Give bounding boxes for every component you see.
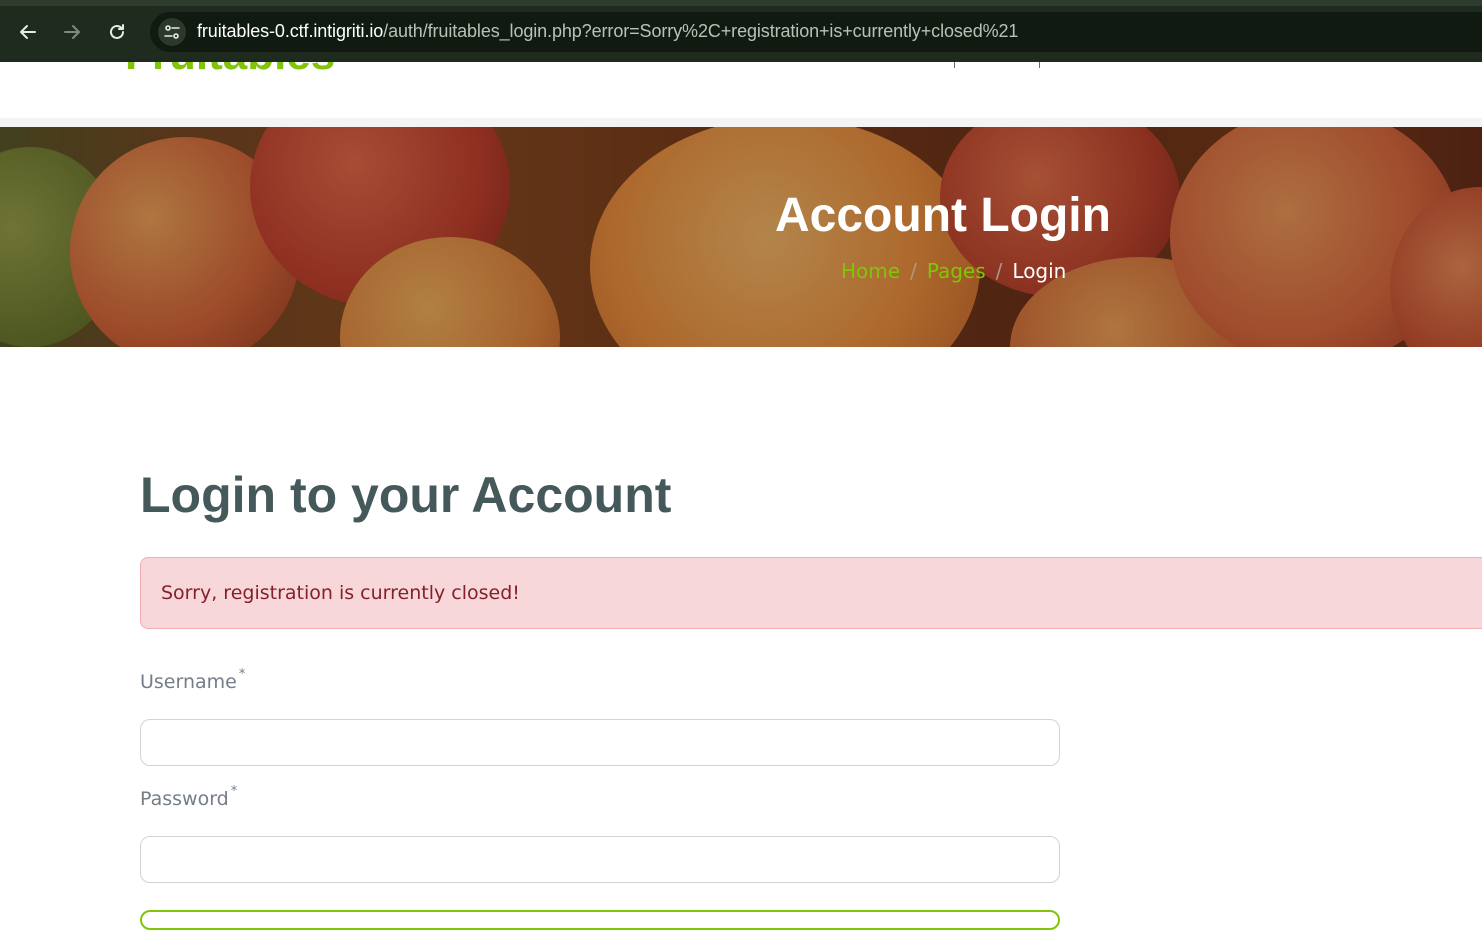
breadcrumb-pages-link[interactable]: Pages	[927, 259, 986, 283]
required-marker: *	[230, 784, 238, 799]
login-heading: Login to your Account	[140, 467, 672, 523]
url-host: fruitables-0.ctf.intigriti.io	[197, 21, 384, 41]
header-shadow-gap	[0, 118, 1482, 127]
breadcrumb: Home / Pages / Login	[841, 259, 1066, 283]
page-hero-title: Account Login	[775, 189, 1111, 242]
login-button[interactable]	[140, 910, 1060, 930]
password-label: Password *	[140, 784, 237, 810]
tune-icon[interactable]	[158, 18, 186, 46]
breadcrumb-separator: /	[910, 259, 917, 283]
site-logo-text: Fruitables	[125, 62, 335, 72]
browser-toolbar: fruitables-0.ctf.intigriti.io/auth/fruit…	[0, 0, 1482, 62]
url-path: /auth/fruitables_login.php?error=Sorry%2…	[383, 21, 1019, 41]
breadcrumb-home-link[interactable]: Home	[841, 259, 900, 283]
error-alert-message: Sorry, registration is currently closed!	[161, 582, 520, 604]
username-label-text: Username	[140, 671, 237, 693]
breadcrumb-separator: /	[995, 259, 1003, 283]
hero-overlay	[0, 127, 1482, 347]
password-input[interactable]	[140, 836, 1060, 883]
username-label: Username *	[140, 667, 245, 693]
tab-strip-edge	[0, 0, 1482, 6]
hero-banner	[0, 127, 1482, 347]
address-bar-url[interactable]: fruitables-0.ctf.intigriti.io/auth/fruit…	[197, 21, 1018, 42]
error-alert: Sorry, registration is currently closed!	[140, 557, 1482, 629]
username-input[interactable]	[140, 719, 1060, 766]
breadcrumb-current: Login	[1012, 259, 1067, 283]
site-logo[interactable]: Fruitables	[125, 62, 385, 72]
forward-arrow-icon[interactable]	[56, 16, 88, 48]
reload-icon[interactable]	[101, 16, 133, 48]
back-arrow-icon[interactable]	[12, 16, 44, 48]
required-marker: *	[238, 667, 246, 682]
header-divider	[1039, 62, 1040, 68]
header-divider	[954, 62, 955, 68]
password-label-text: Password	[140, 788, 229, 810]
